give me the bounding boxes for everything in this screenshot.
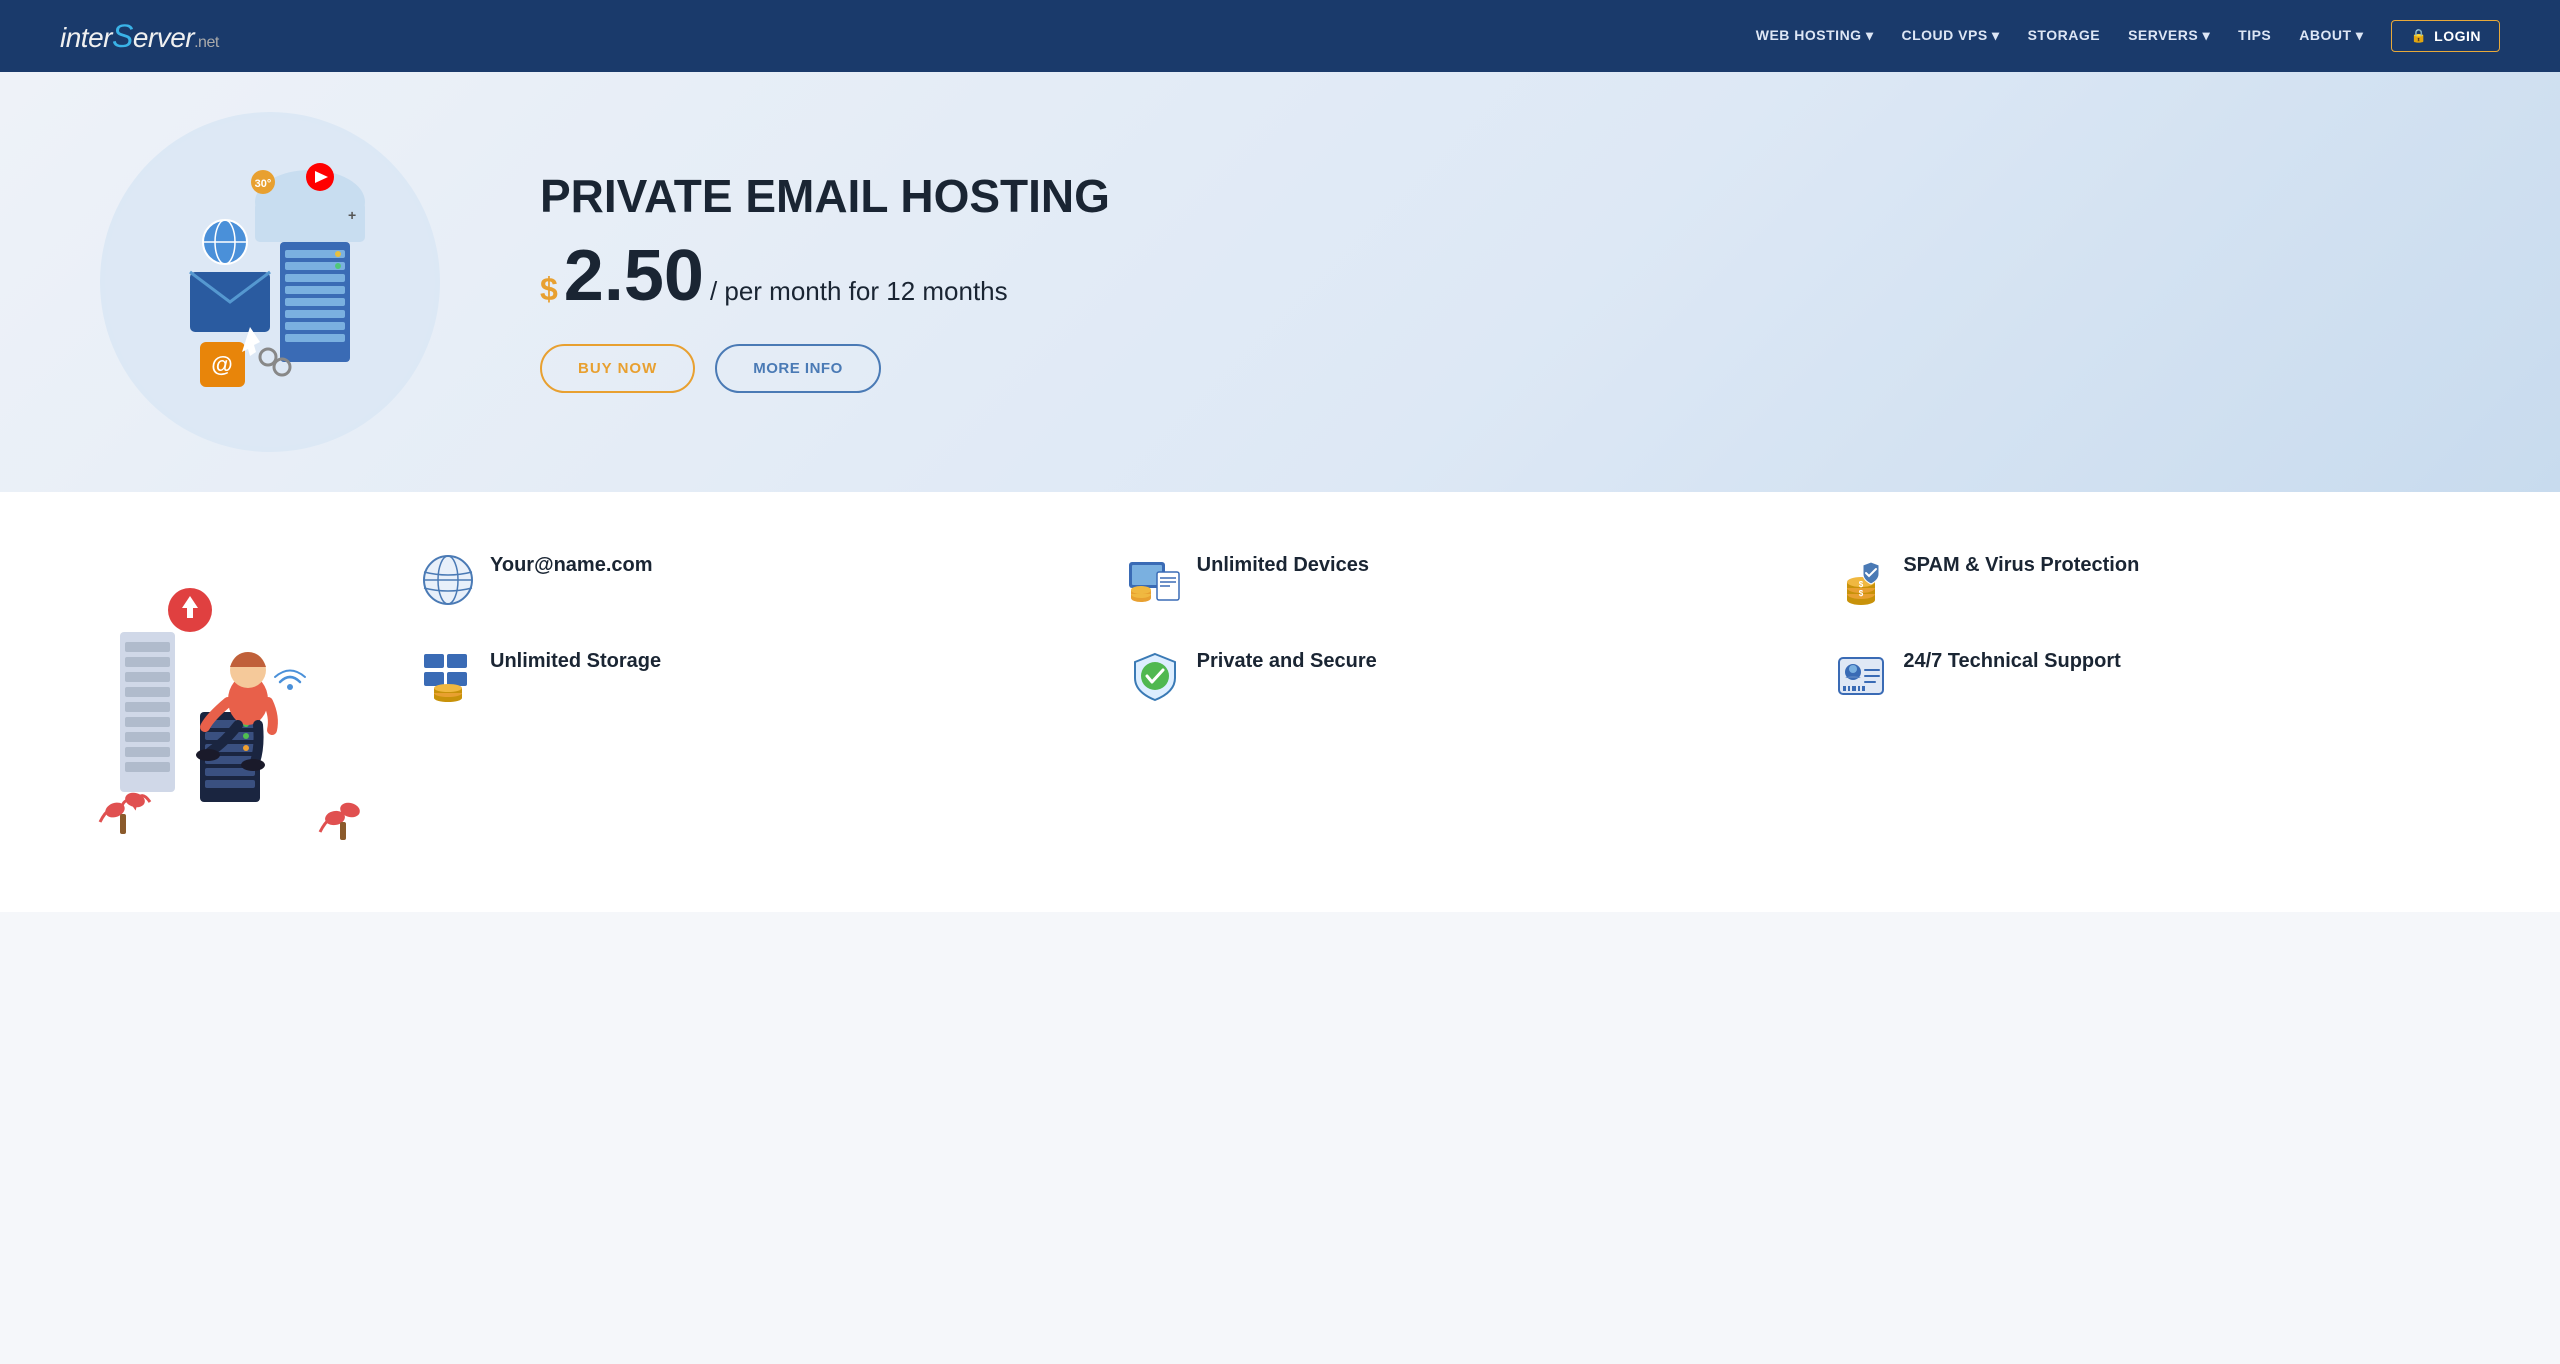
hero-image: @ + + 30°	[60, 112, 480, 452]
hero-illustration: @ + + 30°	[100, 112, 440, 452]
spam-virus-icon: $ $	[1833, 552, 1889, 608]
price-amount: 2.50	[564, 240, 704, 312]
feature-item-private: Private and Secure	[1127, 648, 1774, 704]
more-info-button[interactable]: MORE INFO	[715, 344, 881, 393]
nav-link-servers[interactable]: SERVERS ▾	[2128, 27, 2210, 43]
logo-inter: inter	[60, 22, 112, 53]
feature-label-devices: Unlimited Devices	[1197, 552, 1369, 578]
svg-text:$: $	[1859, 580, 1864, 589]
feature-item-email: Your@name.com	[420, 552, 1067, 608]
lock-icon: 🔒	[2410, 28, 2427, 44]
nav-link-web-hosting[interactable]: WEB HOSTING ▾	[1756, 27, 1874, 43]
hero-title: PRIVATE EMAIL HOSTING	[540, 171, 2480, 222]
nav-links: WEB HOSTING ▾ CLOUD VPS ▾ STORAGE SERVER…	[1756, 20, 2500, 52]
storage-icon	[420, 648, 476, 704]
price-line: $ 2.50 / per month for 12 months	[540, 240, 2480, 312]
nav-item-cloud-vps[interactable]: CLOUD VPS ▾	[1901, 27, 1999, 45]
devices-icon	[1127, 552, 1183, 608]
feature-label-private: Private and Secure	[1197, 648, 1377, 674]
nav-item-login[interactable]: 🔒 LOGIN	[2391, 20, 2500, 52]
feature-item-spam: $ $ SPAM & Virus Protection	[1833, 552, 2480, 608]
login-button[interactable]: 🔒 LOGIN	[2391, 20, 2500, 52]
svg-text:$: $	[1859, 589, 1864, 598]
hero-buttons: BUY NOW MORE INFO	[540, 344, 2480, 393]
features-illustration	[80, 552, 380, 852]
price-per-month: / per month for 12 months	[710, 276, 1008, 307]
buy-now-button[interactable]: BUY NOW	[540, 344, 695, 393]
price-dollar: $	[540, 271, 558, 308]
feature-label-storage: Unlimited Storage	[490, 648, 661, 674]
logo-s: S	[112, 18, 133, 54]
nav-item-servers[interactable]: SERVERS ▾	[2128, 27, 2210, 45]
nav-item-storage[interactable]: STORAGE	[2028, 27, 2100, 45]
nav-link-cloud-vps[interactable]: CLOUD VPS ▾	[1901, 27, 1999, 43]
private-secure-icon	[1127, 648, 1183, 704]
feature-label-spam: SPAM & Virus Protection	[1903, 552, 2139, 578]
nav-item-about[interactable]: ABOUT ▾	[2299, 27, 2363, 45]
support-icon	[1833, 648, 1889, 704]
feature-item-support: 24/7 Technical Support	[1833, 648, 2480, 704]
features-svg	[90, 552, 370, 852]
feature-item-storage: Unlimited Storage	[420, 648, 1067, 704]
hero-content: PRIVATE EMAIL HOSTING $ 2.50 / per month…	[540, 171, 2480, 393]
svg-text:+: +	[348, 207, 356, 223]
svg-text:30°: 30°	[255, 178, 272, 190]
features-section: Your@name.com	[0, 492, 2560, 912]
nav-item-web-hosting[interactable]: WEB HOSTING ▾	[1756, 27, 1874, 45]
navbar: interServer.net WEB HOSTING ▾ CLOUD VPS …	[0, 0, 2560, 72]
email-domain-icon	[420, 552, 476, 608]
features-grid: Your@name.com	[420, 552, 2480, 704]
nav-link-storage[interactable]: STORAGE	[2028, 27, 2100, 43]
nav-link-about[interactable]: ABOUT ▾	[2299, 27, 2363, 43]
hero-svg: @ + + 30°	[100, 112, 440, 452]
feature-label-support: 24/7 Technical Support	[1903, 648, 2120, 674]
logo-dotnet: .net	[194, 34, 219, 51]
login-label: LOGIN	[2434, 28, 2481, 44]
nav-link-tips[interactable]: TIPS	[2238, 27, 2271, 43]
feature-label-email: Your@name.com	[490, 552, 653, 578]
logo-erver: erver	[133, 22, 194, 53]
logo[interactable]: interServer.net	[60, 18, 219, 55]
hero-section: @ + + 30° PRIVATE	[0, 72, 2560, 492]
feature-item-devices: Unlimited Devices	[1127, 552, 1774, 608]
nav-item-tips[interactable]: TIPS	[2238, 27, 2271, 45]
svg-text:@: @	[211, 352, 232, 377]
